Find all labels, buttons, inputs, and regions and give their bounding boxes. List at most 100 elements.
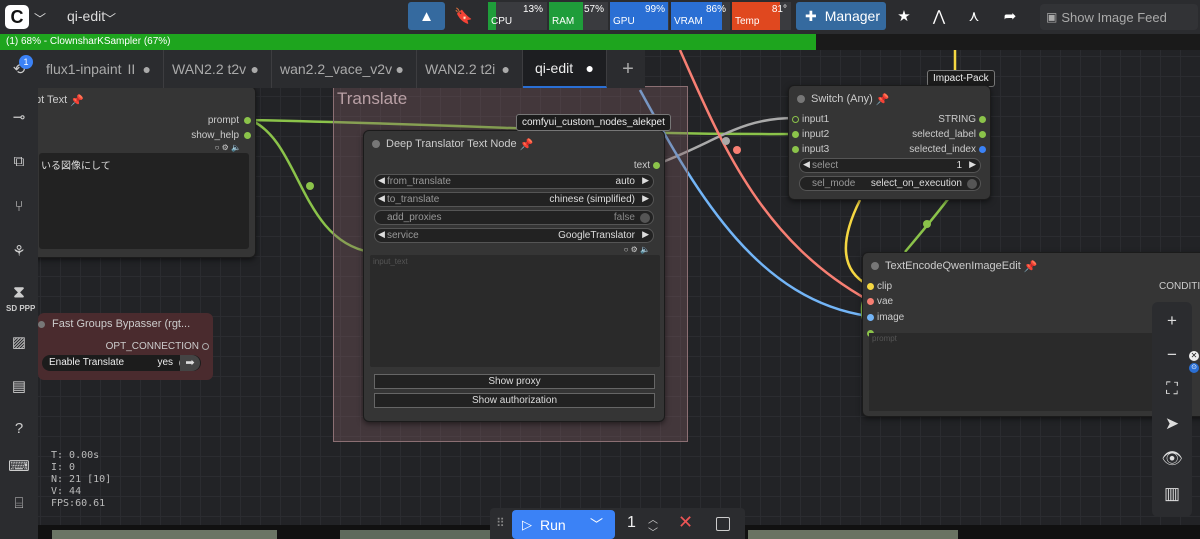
gallery-icon[interactable]: ▨ xyxy=(8,331,30,353)
node-collapse-dot[interactable] xyxy=(797,95,805,103)
arrow-left-icon[interactable]: ◀ xyxy=(378,229,385,240)
crystools-button[interactable]: ▲ xyxy=(408,2,445,30)
toggle-enable-translate[interactable]: Enable Translate yes xyxy=(42,355,201,371)
bookmark-icon[interactable]: 🔖 xyxy=(447,2,480,30)
comfy-logo-icon[interactable]: C xyxy=(5,5,29,29)
switch-any-node[interactable]: Switch (Any) 📌 input1 input2 input3 STRIN… xyxy=(788,85,991,200)
arrow-left-icon[interactable]: ◀ xyxy=(378,175,385,186)
arrow-right-icon[interactable]: ▶ xyxy=(642,175,649,186)
help-icon[interactable]: ? xyxy=(8,417,30,439)
text-encode-qwen-node[interactable]: TextEncodeQwenImageEdit 📌 clip vae image … xyxy=(862,252,1200,417)
node-title: Fast Groups Bypasser (rgt... xyxy=(52,318,191,330)
vae-slot[interactable] xyxy=(867,298,874,305)
output-show-help-slot[interactable] xyxy=(244,132,251,139)
unsaved-dot-icon[interactable]: ● xyxy=(251,61,259,77)
lambda-alt-icon[interactable]: ⋏ xyxy=(960,2,988,30)
node-collapse-dot[interactable] xyxy=(871,262,879,270)
widget-from-translate[interactable]: ◀ from_translate auto ▶ xyxy=(374,174,654,189)
terminal-icon[interactable]: ⌨ xyxy=(8,455,30,477)
manager-button[interactable]: ✚ Manager xyxy=(796,2,886,30)
tab-wan22-t2i[interactable]: WAN2.2 t2i ● xyxy=(417,50,523,88)
clip-slot[interactable] xyxy=(867,283,874,290)
widget-add-proxies[interactable]: add_proxies false xyxy=(374,210,654,225)
decrement-icon[interactable]: ﹀ xyxy=(648,524,658,539)
lambda-icon[interactable]: ⋀ xyxy=(925,2,953,30)
prompt-textarea[interactable]: いる図像にして xyxy=(39,153,249,249)
layout-icon[interactable]: ▤ xyxy=(8,375,30,397)
fast-groups-bypasser-node[interactable]: Fast Groups Bypasser (rgt... OPT_CONNECT… xyxy=(38,313,213,380)
chevron-down-icon[interactable]: ﹀ xyxy=(104,10,116,27)
deep-translator-node[interactable]: Deep Translator Text Node 📌 text ◀ from_tr… xyxy=(363,130,665,422)
encode-prompt-area[interactable]: prompt xyxy=(869,333,1159,411)
tab-qi-edit[interactable]: qi-edit ● xyxy=(523,50,607,88)
widget-sel-mode[interactable]: sel_mode select_on_execution xyxy=(799,176,981,191)
image-slot[interactable] xyxy=(867,314,874,321)
cancel-icon[interactable]: ✕ xyxy=(678,512,693,533)
output-opt-connection-slot[interactable] xyxy=(202,343,209,350)
templates-icon[interactable]: ⚘ xyxy=(8,240,30,262)
meter-temp: Temp 81° xyxy=(732,2,791,30)
zoom-out-icon[interactable]: − xyxy=(1162,345,1182,365)
navigate-arrow-button[interactable]: ➡ xyxy=(180,355,200,371)
unsaved-dot-icon[interactable]: ● xyxy=(586,60,594,76)
sd-ppp-icon[interactable]: ⧗ xyxy=(8,282,30,304)
node-collapse-dot[interactable] xyxy=(38,321,45,328)
tab-flux1-inpaint[interactable]: flux1-inpaint II ● xyxy=(38,50,164,88)
arrow-right-icon[interactable]: ▶ xyxy=(642,229,649,240)
input1-slot[interactable] xyxy=(792,116,799,123)
new-tab-button[interactable]: + xyxy=(611,50,645,88)
widget-service[interactable]: ◀ service GoogleTranslator ▶ xyxy=(374,228,654,243)
feed-thumbnail[interactable] xyxy=(52,530,277,539)
visibility-icon[interactable]: 👁 xyxy=(1161,449,1183,469)
widget-select[interactable]: ◀ select 1 ▶ xyxy=(799,158,981,173)
arrow-right-icon[interactable]: ▶ xyxy=(969,159,976,170)
output-text-slot[interactable] xyxy=(653,162,660,169)
run-button[interactable]: ▷ Run ﹀ xyxy=(512,510,615,539)
tab-wan22-t2v[interactable]: WAN2.2 t2v ● xyxy=(164,50,272,88)
zoom-in-icon[interactable]: + xyxy=(1162,311,1182,331)
unsaved-dot-icon[interactable]: ● xyxy=(396,61,404,77)
fit-view-icon[interactable]: ⛶ xyxy=(1162,379,1182,399)
unsaved-dot-icon[interactable]: ● xyxy=(143,61,151,77)
keyboard-icon[interactable]: ⌸ xyxy=(8,492,30,514)
toggle-knob-icon[interactable] xyxy=(640,213,650,223)
select-mode-icon[interactable]: ➤ xyxy=(1162,414,1182,434)
workflows-icon[interactable]: ⑂ xyxy=(8,195,30,217)
input2-slot[interactable] xyxy=(792,131,799,138)
share-icon[interactable]: ➦ xyxy=(996,2,1024,30)
toggle-knob-icon[interactable] xyxy=(967,179,977,189)
arrow-left-icon[interactable]: ◀ xyxy=(378,193,385,204)
link-icon[interactable]: ⊙ xyxy=(1189,363,1199,373)
prompt-text-node[interactable]: pt Text 📌 prompt show_help ○ ⚙ 🔈 いる図像にして xyxy=(20,86,256,258)
show-authorization-button[interactable]: Show authorization xyxy=(374,393,655,408)
workflow-name[interactable]: qi-edit xyxy=(67,8,105,24)
tab-wan22-vace-v2v[interactable]: wan2.2_vace_v2v ● xyxy=(272,50,417,88)
arrow-right-icon[interactable]: ▶ xyxy=(642,193,649,204)
feed-thumbnail[interactable] xyxy=(340,530,490,539)
node-collapse-dot[interactable] xyxy=(372,140,380,148)
show-image-feed-button[interactable]: ▣ Show Image Feed xyxy=(1040,4,1198,30)
input3-slot[interactable] xyxy=(792,146,799,153)
node-library-icon[interactable]: ⊸ xyxy=(8,106,30,128)
show-proxy-button[interactable]: Show proxy xyxy=(374,374,655,389)
minimap-icon[interactable]: ▥ xyxy=(1162,484,1182,504)
model-library-icon[interactable]: ⧉ xyxy=(8,150,30,172)
arrow-left-icon[interactable]: ◀ xyxy=(803,159,810,170)
output-selected-index-slot[interactable] xyxy=(979,146,986,153)
chevron-down-icon[interactable]: ﹀ xyxy=(590,514,603,533)
chevron-down-icon[interactable]: ﹀ xyxy=(34,10,46,27)
input-text-area[interactable]: input_text xyxy=(370,255,660,367)
stop-icon[interactable] xyxy=(716,517,730,531)
queue-count-input[interactable]: 1 xyxy=(627,514,636,532)
star-icon[interactable]: ★ xyxy=(890,2,918,30)
feed-thumbnail[interactable] xyxy=(748,530,958,539)
unsaved-dot-icon[interactable]: ● xyxy=(502,61,510,77)
meter-label: RAM xyxy=(552,16,575,27)
output-prompt-slot[interactable] xyxy=(244,117,251,124)
output-string-slot[interactable] xyxy=(979,116,986,123)
output-selected-label-slot[interactable] xyxy=(979,131,986,138)
drag-handle-icon[interactable]: ⠿ xyxy=(496,516,505,530)
widget-to-translate[interactable]: ◀ to_translate chinese (simplified) ▶ xyxy=(374,192,654,207)
close-icon[interactable]: ✕ xyxy=(1189,351,1199,361)
wire-reroute-dot xyxy=(722,137,730,145)
